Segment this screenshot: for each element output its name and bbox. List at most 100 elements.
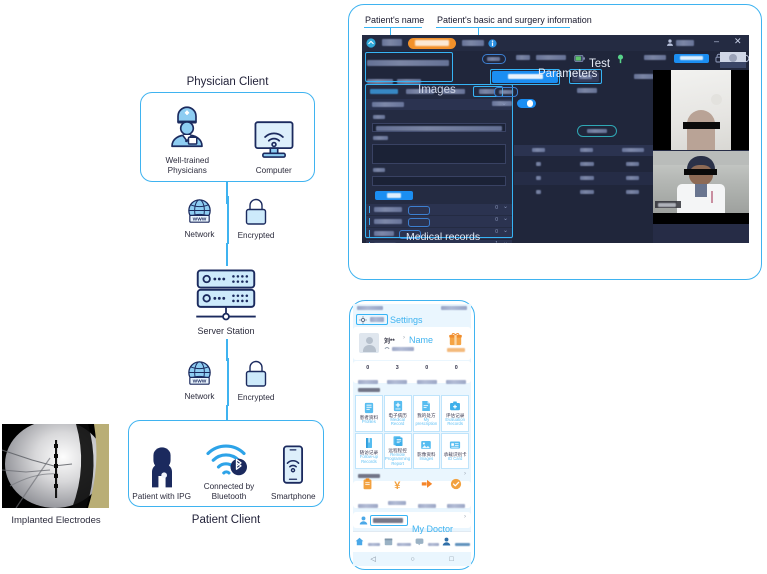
stat-label	[357, 380, 378, 384]
physician-client-title: Physician Client	[186, 76, 269, 88]
overlay-medical-records: Medical records	[406, 231, 481, 243]
tabbar-item-consult[interactable]	[412, 533, 442, 551]
cell-contact	[536, 190, 541, 195]
device-id-label	[516, 55, 530, 60]
overlay-parameters: Parameters	[538, 68, 598, 80]
channel-chip-label	[499, 89, 513, 94]
phone-status-bar	[353, 304, 471, 312]
privacy-bar	[683, 122, 720, 129]
grid-item-id-card[interactable]: 承载识别卡 ID Card	[441, 432, 469, 469]
patient-client-box: Patient with IPG Connected by Bluetooth	[128, 420, 324, 507]
implanted-electrodes-caption: Implanted Electrodes	[11, 515, 101, 526]
channel-chip[interactable]	[494, 87, 518, 97]
network-item-upper: WWW Network	[172, 196, 227, 240]
close-button[interactable]: ✕	[734, 36, 742, 47]
gift-label	[447, 348, 465, 352]
profile-chevron-icon[interactable]: ›	[403, 335, 405, 341]
stat-item[interactable]: 0	[353, 361, 383, 384]
computer-item: Computer	[239, 117, 309, 176]
check-circle-icon	[451, 478, 462, 489]
grid-item-evaluation-records[interactable]: 评估记录 Evaluation Records	[441, 395, 469, 432]
sync-params-button[interactable]	[674, 53, 709, 63]
programming-switch[interactable]	[517, 99, 536, 108]
grid-item-profiles[interactable]: 患者资料 Profiles	[355, 395, 383, 432]
grid-item-medical-record[interactable]: 电子病历 Medical Record	[383, 395, 412, 432]
cell-contact	[536, 176, 541, 181]
link-upper-group: WWW Network Encrypted	[172, 196, 282, 244]
user-name-label	[676, 39, 694, 46]
grid-item-images[interactable]: 影像资料 Images	[412, 432, 441, 469]
video-column	[653, 70, 749, 243]
order-item-inprogress[interactable]	[412, 477, 442, 513]
battery-icon	[574, 55, 585, 62]
order-item-all[interactable]	[353, 477, 383, 513]
home-icon	[355, 537, 364, 546]
settings-highlight	[356, 314, 388, 325]
start-record-button[interactable]	[408, 37, 456, 49]
grid-item-en: Remote Programming Report	[385, 451, 411, 467]
encrypted-item-upper: Encrypted	[230, 196, 282, 241]
signal-icon	[617, 54, 624, 64]
tabbar-label	[427, 542, 439, 546]
grid-item-en: ID Card	[447, 456, 463, 462]
cell-pulsewidth	[626, 176, 639, 181]
nav-back-button[interactable]: ◁	[370, 555, 375, 563]
padlock-icon	[245, 360, 267, 387]
order-label	[417, 503, 436, 508]
video-name-tag	[655, 201, 681, 208]
titlebar-name-chip[interactable]	[382, 39, 402, 46]
smartphone-label: Smartphone	[271, 491, 316, 501]
globe-www-icon: WWW	[188, 361, 211, 385]
doctor-video-feed[interactable]	[653, 151, 749, 224]
info-icon[interactable]	[488, 38, 497, 48]
encrypted-label-upper: Encrypted	[237, 231, 275, 240]
stat-item[interactable]: 0	[412, 361, 442, 384]
nav-home-button[interactable]: ○	[410, 556, 414, 563]
orders-row: ¥	[353, 477, 471, 510]
well-trained-physicians-label: Well-trained Physicians	[165, 156, 210, 175]
gift-icon[interactable]	[449, 332, 462, 346]
privacy-bar	[684, 169, 717, 175]
stat-item[interactable]: 0	[442, 361, 472, 384]
overlay-settings: Settings	[390, 315, 423, 325]
overlay-name: Name	[409, 335, 434, 345]
physician-client-box: Well-trained Physicians Computer	[140, 92, 315, 182]
android-navbar: ◁ ○ □	[353, 552, 471, 566]
patient-video-feed[interactable]	[653, 70, 749, 150]
profile-doc-icon	[364, 402, 373, 414]
clipboard-icon	[363, 477, 372, 489]
start-record-label	[415, 39, 449, 46]
minimize-button[interactable]: –	[714, 36, 719, 46]
my-doctor-chevron-icon[interactable]: ›	[464, 514, 466, 520]
sub-mode-label	[577, 88, 597, 93]
grid-item-my-prescription[interactable]: 我的处方 My prescription	[412, 395, 441, 432]
grid-item-remote-programming[interactable]: 远程程控 Remote Programming Report	[383, 432, 412, 469]
stat-item[interactable]: 3	[383, 361, 413, 384]
server-rack-icon	[196, 269, 256, 321]
prescription-icon	[422, 400, 431, 411]
smartphone-item: Smartphone	[265, 443, 321, 502]
tabbar-item-home[interactable]	[353, 533, 383, 551]
row-chevron-icon[interactable]: ⌄	[503, 239, 508, 243]
tabbar-item-profile[interactable]	[442, 533, 472, 551]
encrypted-label-lower: Encrypted	[237, 393, 275, 402]
annotation-patient-name-underline	[364, 27, 422, 29]
overlay-images: Images	[418, 84, 456, 96]
table-header-0	[532, 148, 545, 153]
chat-icon	[415, 538, 423, 546]
tabbar-item-appointment[interactable]	[383, 533, 413, 551]
start-test-button[interactable]	[577, 125, 617, 137]
grid-item-en: Medical Record	[390, 416, 405, 427]
nav-recents-button[interactable]: □	[449, 556, 453, 563]
order-item-unpaid[interactable]: ¥	[383, 480, 413, 510]
device-link-icon	[384, 347, 390, 350]
avatar[interactable]	[359, 333, 379, 353]
order-item-completed[interactable]	[442, 477, 472, 513]
row-marker	[369, 242, 371, 243]
grid-item-followup-records[interactable]: 随访记录 Follow-up Records	[355, 432, 383, 469]
medical-records-highlight	[365, 84, 513, 238]
back-button[interactable]	[482, 54, 506, 64]
doctor-user-icon	[359, 516, 368, 525]
connector-line-2	[226, 243, 228, 266]
order-label	[447, 503, 466, 508]
